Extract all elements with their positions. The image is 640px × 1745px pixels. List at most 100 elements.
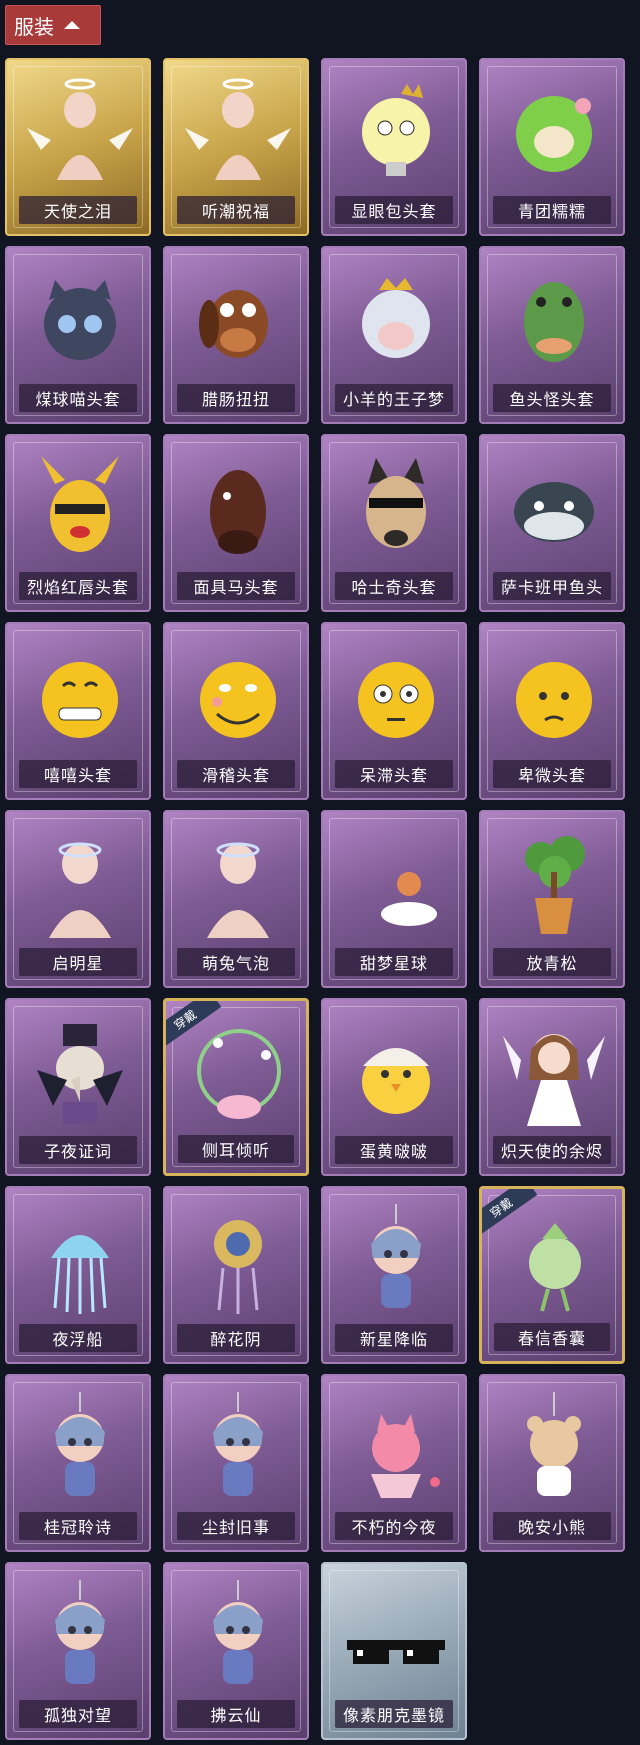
item-name-label: 拂云仙 bbox=[177, 1700, 295, 1728]
item-name-label: 尘封旧事 bbox=[177, 1512, 295, 1540]
item-card[interactable]: 呆滞头套 bbox=[321, 622, 467, 800]
funny-emoji-icon bbox=[200, 662, 276, 738]
item-card[interactable]: 天使之泪 bbox=[5, 58, 151, 236]
item-name-label: 甜梦星球 bbox=[335, 948, 453, 976]
dachshund-head-icon bbox=[199, 290, 268, 358]
item-card[interactable]: 醉花阴 bbox=[163, 1186, 309, 1364]
item-name-label: 滑稽头套 bbox=[177, 760, 295, 788]
bonsai-pine-icon bbox=[525, 836, 585, 934]
item-name-label: 不朽的今夜 bbox=[335, 1512, 453, 1540]
chibi-charm-icon bbox=[371, 1204, 421, 1308]
item-name-label: 孤独对望 bbox=[19, 1700, 137, 1728]
item-card[interactable]: 鱼头怪头套 bbox=[479, 246, 625, 424]
pink-fox-icon bbox=[371, 1414, 440, 1498]
item-name-label: 子夜证词 bbox=[19, 1136, 137, 1164]
dark-chibi-icon bbox=[213, 1392, 263, 1496]
item-card[interactable]: 夜浮船 bbox=[5, 1186, 151, 1364]
jellyfish-charm-icon bbox=[51, 1235, 109, 1314]
green-dumpling-head-icon bbox=[516, 96, 592, 172]
item-name-label: 烈焰红唇头套 bbox=[19, 572, 137, 600]
item-card[interactable]: 听潮祝福 bbox=[163, 58, 309, 236]
item-card[interactable]: 启明星 bbox=[5, 810, 151, 988]
item-name-label: 新星降临 bbox=[335, 1324, 453, 1352]
item-card[interactable]: 面具马头套 bbox=[163, 434, 309, 612]
item-card[interactable]: 甜梦星球 bbox=[321, 810, 467, 988]
moon-fox-icon bbox=[356, 846, 437, 926]
item-card[interactable]: 小羊的王子梦 bbox=[321, 246, 467, 424]
item-name-label: 小羊的王子梦 bbox=[335, 384, 453, 412]
bunny-bubble-icon bbox=[207, 842, 269, 938]
item-card[interactable]: 穿戴 春信香囊 bbox=[479, 1186, 625, 1364]
item-name-label: 面具马头套 bbox=[177, 572, 295, 600]
item-name-label: 醉花阴 bbox=[177, 1324, 295, 1352]
item-name-label: 像素朋克墨镜 bbox=[335, 1700, 453, 1728]
item-card[interactable]: 子夜证词 bbox=[5, 998, 151, 1176]
sheep-crown-head-icon bbox=[362, 278, 430, 358]
item-name-label: 嘻嘻头套 bbox=[19, 760, 137, 788]
item-card[interactable]: 哈士奇头套 bbox=[321, 434, 467, 612]
butterfly-wings-icon bbox=[185, 78, 291, 180]
item-card[interactable]: 放青松 bbox=[479, 810, 625, 988]
item-name-label: 萨卡班甲鱼头 bbox=[493, 572, 611, 600]
item-card[interactable]: 像素朋克墨镜 bbox=[321, 1562, 467, 1740]
cloud-fairy-icon bbox=[213, 1580, 263, 1684]
item-card[interactable]: 尘封旧事 bbox=[163, 1374, 309, 1552]
item-card[interactable]: 煤球喵头套 bbox=[5, 246, 151, 424]
item-card[interactable]: 嘻嘻头套 bbox=[5, 622, 151, 800]
seraph-doll-icon bbox=[503, 1034, 605, 1126]
crowned-bulb-head-icon bbox=[362, 84, 430, 176]
pixel-sunglasses-icon bbox=[347, 1640, 445, 1664]
item-name-label: 侧耳倾听 bbox=[178, 1135, 294, 1163]
item-card[interactable]: 萨卡班甲鱼头 bbox=[479, 434, 625, 612]
item-name-label: 春信香囊 bbox=[494, 1323, 610, 1351]
black-cat-head-icon bbox=[44, 280, 116, 360]
item-name-label: 启明星 bbox=[19, 948, 137, 976]
item-card[interactable]: 不朽的今夜 bbox=[321, 1374, 467, 1552]
item-card[interactable]: 新星降临 bbox=[321, 1186, 467, 1364]
flower-charm-icon bbox=[214, 1220, 262, 1314]
item-card[interactable]: 孤独对望 bbox=[5, 1562, 151, 1740]
chevron-up-icon bbox=[64, 21, 80, 29]
white-chibi-icon bbox=[55, 1580, 105, 1684]
stunned-emoji-icon bbox=[358, 662, 434, 738]
husky-sunglasses-icon bbox=[366, 458, 426, 548]
item-name-label: 显眼包头套 bbox=[335, 196, 453, 224]
plague-doctor-icon bbox=[37, 1024, 123, 1124]
item-name-label: 卑微头套 bbox=[493, 760, 611, 788]
item-card[interactable]: 青团糯糯 bbox=[479, 58, 625, 236]
item-name-label: 天使之泪 bbox=[19, 196, 137, 224]
laurel-chibi-icon bbox=[55, 1392, 105, 1496]
item-name-label: 呆滞头套 bbox=[335, 760, 453, 788]
item-card[interactable]: 拂云仙 bbox=[163, 1562, 309, 1740]
item-card[interactable]: 蛋黄啵啵 bbox=[321, 998, 467, 1176]
sacabambaspis-head-icon bbox=[514, 482, 594, 542]
item-name-label: 桂冠聆诗 bbox=[19, 1512, 137, 1540]
item-name-label: 夜浮船 bbox=[19, 1324, 137, 1352]
horse-mask-icon bbox=[210, 470, 266, 554]
item-card[interactable]: 炽天使的余烬 bbox=[479, 998, 625, 1176]
item-name-label: 煤球喵头套 bbox=[19, 384, 137, 412]
item-card[interactable]: 腊肠扭扭 bbox=[163, 246, 309, 424]
item-name-label: 晚安小熊 bbox=[493, 1512, 611, 1540]
item-card[interactable]: 穿戴 侧耳倾听 bbox=[163, 998, 309, 1176]
item-card[interactable]: 萌兔气泡 bbox=[163, 810, 309, 988]
grin-emoji-icon bbox=[42, 662, 118, 738]
item-name-label: 放青松 bbox=[493, 948, 611, 976]
item-card[interactable]: 显眼包头套 bbox=[321, 58, 467, 236]
item-card[interactable]: 桂冠聆诗 bbox=[5, 1374, 151, 1552]
humble-emoji-icon bbox=[516, 662, 592, 738]
costume-tab[interactable]: 服装 bbox=[5, 5, 101, 45]
star-band-icon bbox=[49, 842, 111, 938]
item-name-label: 哈士奇头套 bbox=[335, 572, 453, 600]
egg-chick-icon bbox=[362, 1048, 430, 1114]
item-name-label: 腊肠扭扭 bbox=[177, 384, 295, 412]
item-name-label: 听潮祝福 bbox=[177, 196, 295, 224]
costume-tab-label: 服装 bbox=[14, 14, 54, 39]
item-card[interactable]: 卑微头套 bbox=[479, 622, 625, 800]
item-card[interactable]: 滑稽头套 bbox=[163, 622, 309, 800]
item-card[interactable]: 烈焰红唇头套 bbox=[5, 434, 151, 612]
angel-halo-wings-icon bbox=[27, 78, 133, 180]
item-card[interactable]: 晚安小熊 bbox=[479, 1374, 625, 1552]
item-name-label: 青团糯糯 bbox=[493, 196, 611, 224]
item-name-label: 萌兔气泡 bbox=[177, 948, 295, 976]
